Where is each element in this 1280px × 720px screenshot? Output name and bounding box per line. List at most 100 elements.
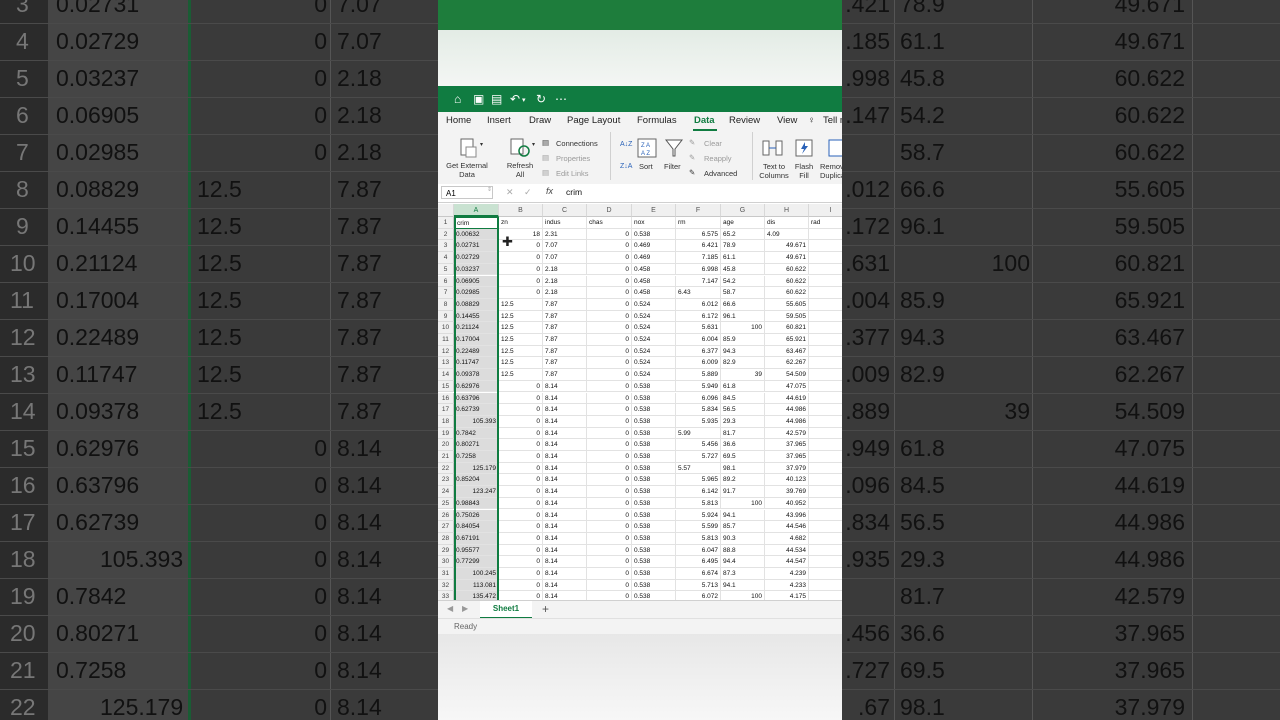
row-header[interactable]: 27	[438, 521, 454, 533]
cell-i12[interactable]	[809, 346, 842, 358]
cell-d12[interactable]: 0	[587, 345, 632, 358]
cell-f11[interactable]: 6.004	[676, 334, 721, 346]
home-icon[interactable]: ⌂	[454, 92, 461, 106]
cell-c33[interactable]: 8.14	[543, 591, 587, 600]
cell-h1[interactable]: dis	[765, 217, 809, 229]
cell-g29[interactable]: 88.8	[721, 544, 765, 557]
cell-c25[interactable]: 8.14	[543, 497, 587, 510]
cell-i24[interactable]	[809, 486, 842, 498]
cell-h21[interactable]: 37.965	[765, 451, 809, 463]
row-header[interactable]: 2	[438, 228, 454, 241]
row-header[interactable]: 22	[438, 462, 454, 475]
cell-e33[interactable]: 0.538	[632, 591, 676, 600]
cell-f16[interactable]: 6.096	[676, 392, 721, 405]
cell-a12[interactable]: 0.22489	[454, 345, 499, 358]
cell-h31[interactable]: 4.239	[765, 568, 809, 580]
cell-i16[interactable]	[809, 393, 842, 405]
cell-d20[interactable]: 0	[587, 439, 632, 451]
cell-f18[interactable]: 5.935	[676, 415, 721, 428]
cell-h3[interactable]: 49.671	[765, 240, 809, 253]
cell-b17[interactable]: 0	[499, 404, 543, 416]
cell-b16[interactable]: 0	[499, 392, 543, 405]
cell-f23[interactable]: 5.965	[676, 474, 721, 487]
cell-i2[interactable]	[809, 229, 842, 241]
cell-d11[interactable]: 0	[587, 334, 632, 346]
cell-i30[interactable]	[809, 556, 842, 568]
add-sheet-icon[interactable]: +	[542, 602, 549, 616]
cell-g21[interactable]: 69.5	[721, 451, 765, 463]
cell-d13[interactable]: 0	[587, 357, 632, 370]
cell-f6[interactable]: 7.147	[676, 275, 721, 288]
cell-h24[interactable]: 39.769	[765, 486, 809, 498]
cell-b29[interactable]: 0	[499, 544, 543, 557]
cell-c9[interactable]: 7.87	[543, 310, 587, 323]
sheet-tab-sheet1[interactable]: Sheet1	[480, 601, 532, 619]
row-header[interactable]: 14	[438, 369, 454, 381]
cell-f21[interactable]: 5.727	[676, 451, 721, 463]
cell-b5[interactable]: 0	[499, 263, 543, 276]
cell-e7[interactable]: 0.458	[632, 287, 676, 299]
cell-i18[interactable]	[809, 416, 842, 428]
cell-f8[interactable]: 6.012	[676, 298, 721, 311]
cell-g8[interactable]: 66.6	[721, 298, 765, 311]
cell-d33[interactable]: 0	[587, 591, 632, 600]
cell-g1[interactable]: age	[721, 217, 765, 229]
cell-d31[interactable]: 0	[587, 568, 632, 580]
cell-a15[interactable]: 0.62976	[454, 380, 499, 393]
cell-d24[interactable]: 0	[587, 486, 632, 498]
cell-g20[interactable]: 36.6	[721, 439, 765, 451]
cell-a18[interactable]: 105.393	[454, 415, 499, 428]
cell-b27[interactable]: 0	[499, 521, 543, 533]
reapply-button[interactable]: Reapply	[704, 154, 732, 163]
cell-h6[interactable]: 60.622	[765, 275, 809, 288]
cell-d8[interactable]: 0	[587, 298, 632, 311]
row-header[interactable]: 20	[438, 439, 454, 451]
cell-b13[interactable]: 12.5	[499, 357, 543, 370]
cell-b12[interactable]: 12.5	[499, 345, 543, 358]
sort-a-z-icon[interactable]: A↓Z	[620, 140, 632, 149]
cell-e27[interactable]: 0.538	[632, 521, 676, 533]
cell-c11[interactable]: 7.87	[543, 334, 587, 346]
row-header[interactable]: 28	[438, 532, 454, 545]
cell-f32[interactable]: 5.713	[676, 579, 721, 592]
cell-d21[interactable]: 0	[587, 451, 632, 463]
cell-d18[interactable]: 0	[587, 415, 632, 428]
clear-button[interactable]: Clear	[704, 139, 722, 148]
cell-d25[interactable]: 0	[587, 497, 632, 510]
cell-g25[interactable]: 100	[721, 497, 765, 510]
row-header[interactable]: 24	[438, 486, 454, 498]
row-header[interactable]: 32	[438, 579, 454, 592]
cell-c4[interactable]: 7.07	[543, 252, 587, 264]
column-header-f[interactable]: F	[676, 204, 721, 217]
row-header[interactable]: 23	[438, 474, 454, 487]
cell-a32[interactable]: 113.081	[454, 579, 499, 592]
row-header[interactable]: 7	[438, 287, 454, 299]
cell-g3[interactable]: 78.9	[721, 240, 765, 253]
cell-e23[interactable]: 0.538	[632, 474, 676, 487]
cell-a2[interactable]: 0.00632	[454, 228, 499, 241]
tab-draw[interactable]: Draw	[529, 115, 551, 126]
cell-h33[interactable]: 4.175	[765, 591, 809, 600]
sort-icon[interactable]: Z A A Z	[637, 138, 657, 158]
cell-f24[interactable]: 6.142	[676, 486, 721, 498]
cell-d17[interactable]: 0	[587, 404, 632, 416]
column-header-h[interactable]: H	[765, 204, 809, 217]
cell-e17[interactable]: 0.538	[632, 404, 676, 416]
cell-c6[interactable]: 2.18	[543, 275, 587, 288]
cell-e31[interactable]: 0.538	[632, 568, 676, 580]
cell-h14[interactable]: 54.509	[765, 369, 809, 381]
cell-i13[interactable]	[809, 357, 842, 370]
cell-e29[interactable]: 0.538	[632, 544, 676, 557]
cell-f25[interactable]: 5.813	[676, 497, 721, 510]
cell-d16[interactable]: 0	[587, 392, 632, 405]
cell-b26[interactable]: 0	[499, 509, 543, 522]
cell-a10[interactable]: 0.21124	[454, 322, 499, 334]
column-header-i[interactable]: I	[809, 204, 842, 217]
sort-button[interactable]: Sort	[639, 162, 653, 171]
connections-button[interactable]: Connections	[556, 139, 598, 148]
cell-f28[interactable]: 5.813	[676, 532, 721, 545]
cell-b31[interactable]: 0	[499, 568, 543, 580]
cell-e10[interactable]: 0.524	[632, 322, 676, 334]
cell-c30[interactable]: 8.14	[543, 556, 587, 568]
cell-i23[interactable]	[809, 474, 842, 487]
